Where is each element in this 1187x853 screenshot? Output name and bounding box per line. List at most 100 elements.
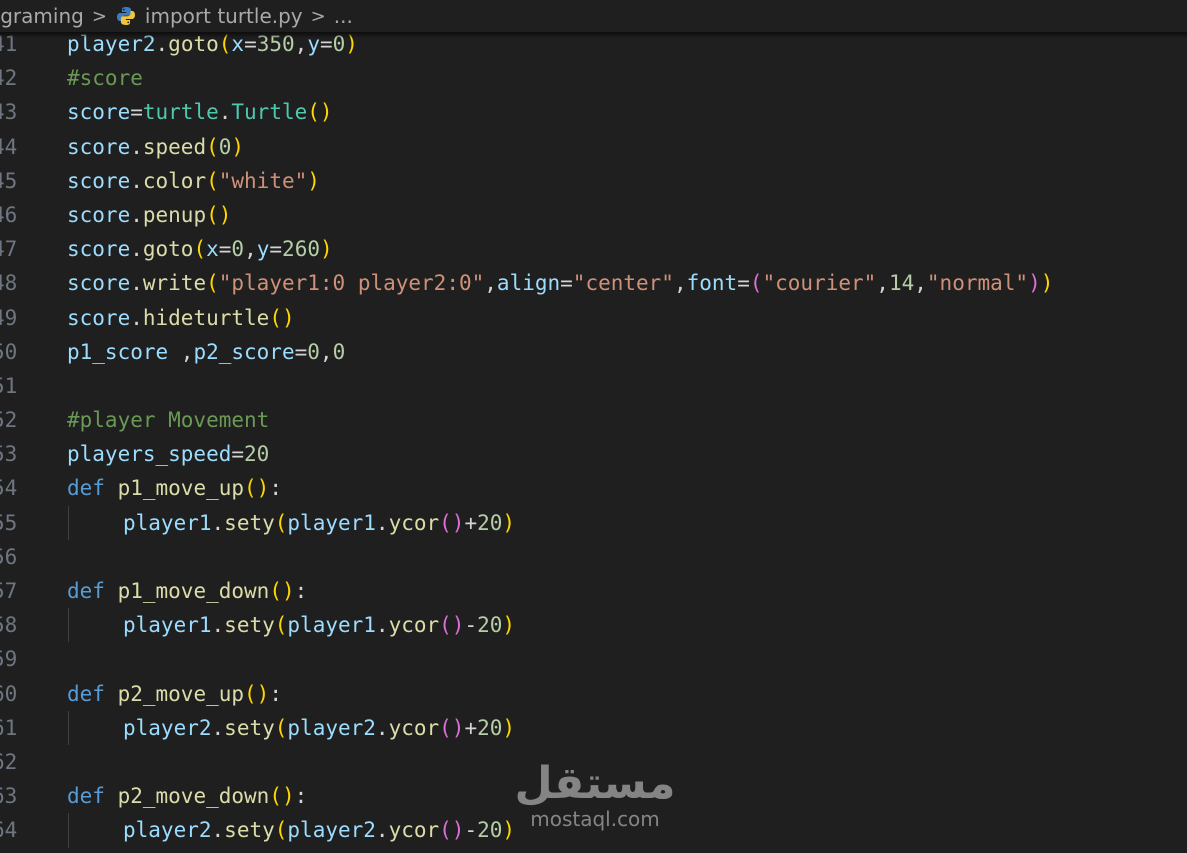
code-text[interactable]: score.color("white"): [67, 164, 320, 198]
breadcrumb-shadow: [0, 32, 1187, 38]
code-line[interactable]: 53 players_speed=20: [0, 437, 1187, 471]
code-token: ycor: [388, 818, 440, 843]
code-token: +: [464, 715, 478, 740]
code-token: 0: [332, 339, 346, 364]
code-line[interactable]: 51: [0, 369, 1187, 403]
code-text[interactable]: score.speed(0): [67, 130, 244, 164]
code-token: ,: [673, 271, 687, 296]
code-token: 260: [282, 237, 320, 262]
code-token: p2_move_down: [117, 784, 270, 809]
code-text[interactable]: player2.sety(player2.ycor()+20): [123, 711, 515, 745]
code-line[interactable]: 55 player1.sety(player1.ycor()+20): [0, 505, 1187, 540]
code-line[interactable]: 50p1_score ,p2_score=0,0: [0, 335, 1187, 369]
code-token: "courier": [762, 271, 877, 296]
code-line[interactable]: 60 def p2_move_up():: [0, 677, 1187, 711]
code-token: .: [130, 168, 143, 193]
code-text[interactable]: def p2_move_down():: [67, 779, 307, 813]
line-number: 55: [0, 510, 18, 535]
code-token: Turtle: [231, 100, 308, 125]
code-token: score: [67, 202, 131, 227]
code-text[interactable]: def p2_move_up():: [67, 677, 282, 711]
code-token: #score: [67, 66, 143, 91]
code-token: goto: [142, 237, 194, 262]
code-token: turtle: [142, 100, 219, 125]
code-token: =: [130, 100, 143, 125]
code-token: (): [307, 100, 333, 125]
code-text[interactable]: score.hideturtle(): [67, 301, 295, 335]
breadcrumb-file[interactable]: import turtle.py: [145, 4, 303, 28]
code-token: ,: [876, 271, 889, 296]
code-token: =: [269, 237, 283, 262]
code-text[interactable]: score.write("player1:0 player2:0",align=…: [67, 266, 1053, 300]
code-token: (): [439, 715, 465, 740]
indent-guide: [68, 505, 69, 540]
code-line[interactable]: 45 score.color("white"): [0, 164, 1187, 198]
code-token: color: [142, 168, 207, 193]
code-token: "center": [572, 271, 674, 296]
code-text[interactable]: #player Movement: [67, 403, 269, 437]
code-token: font: [686, 271, 738, 296]
code-text[interactable]: score.goto(x=0,y=260): [67, 232, 333, 266]
code-line[interactable]: 42 #score: [0, 61, 1187, 95]
line-number: 54: [0, 476, 18, 501]
code-text[interactable]: p1_score ,p2_score=0,0: [67, 335, 345, 369]
breadcrumb-symbols-more[interactable]: ...: [334, 4, 353, 28]
code-token: (: [274, 818, 288, 843]
code-text[interactable]: player1.sety(player1.ycor()+20): [123, 506, 515, 540]
code-text[interactable]: def p1_move_down():: [67, 574, 307, 608]
code-line[interactable]: 52 #player Movement: [0, 403, 1187, 437]
code-editor[interactable]: ograming > import turtle.py > ... 41play…: [0, 0, 1187, 853]
code-token: =: [231, 442, 245, 467]
code-line[interactable]: 58 player1.sety(player1.ycor()-20): [0, 608, 1187, 643]
code-text[interactable]: player2.sety(player2.ycor()-20): [123, 813, 515, 847]
code-line[interactable]: 43 score=turtle.Turtle(): [0, 95, 1187, 129]
line-number: 53: [0, 442, 18, 467]
code-text[interactable]: def p1_move_up():: [67, 471, 282, 505]
line-number: 58: [0, 613, 18, 638]
code-line[interactable]: 59: [0, 642, 1187, 676]
code-line[interactable]: 44 score.speed(0): [0, 130, 1187, 164]
line-number: 48: [0, 271, 18, 296]
breadcrumb-folder[interactable]: ograming: [0, 4, 84, 28]
code-line[interactable]: 46 score.penup(): [0, 198, 1187, 232]
code-token: :: [294, 579, 308, 603]
code-token: .: [375, 818, 389, 843]
code-token: ): [319, 237, 333, 262]
code-line[interactable]: 48 score.write("player1:0 player2:0",alig…: [0, 266, 1187, 300]
line-number: 57: [0, 579, 18, 603]
code-token: ycor: [388, 510, 440, 535]
code-text[interactable]: players_speed=20: [67, 437, 269, 471]
code-text[interactable]: score.penup(): [67, 198, 231, 232]
code-token: .: [130, 305, 143, 330]
code-text[interactable]: score=turtle.Turtle(): [67, 95, 333, 129]
code-token: 0: [231, 237, 245, 262]
code-line[interactable]: 47score.goto(x=0,y=260): [0, 232, 1187, 266]
code-token: "white": [218, 168, 308, 193]
code-token: player1: [287, 613, 376, 638]
code-token: score: [67, 305, 131, 330]
code-text[interactable]: #score: [67, 61, 143, 95]
code-line[interactable]: 56: [0, 540, 1187, 574]
code-token: player2: [123, 818, 212, 843]
code-text[interactable]: player1.sety(player1.ycor()-20): [123, 608, 515, 642]
code-token: ,: [319, 339, 333, 364]
code-token: #player Movement: [67, 408, 270, 433]
code-line[interactable]: 49 score.hideturtle(): [0, 301, 1187, 335]
code-token: player2: [287, 715, 376, 740]
code-token: 14: [888, 271, 915, 296]
chevron-right-icon: >: [310, 5, 326, 27]
code-line[interactable]: 61 player2.sety(player2.ycor()+20): [0, 710, 1187, 745]
code-token: :: [269, 681, 282, 706]
code-token: ycor: [388, 613, 440, 638]
code-line[interactable]: 54 def p1_move_up():: [0, 471, 1187, 505]
code-token: ,: [244, 237, 257, 262]
watermark-arabic: مستقل: [514, 758, 676, 809]
code-line[interactable]: 57 def p1_move_down():: [0, 574, 1187, 608]
code-token: write: [142, 271, 207, 296]
code-token: penup: [142, 202, 207, 227]
code-token: score: [67, 168, 131, 193]
line-number: 61: [0, 715, 18, 740]
code-area[interactable]: 41player2.goto(x=350,y=0)42#score43score…: [0, 27, 1187, 848]
code-token: ycor: [388, 715, 440, 740]
